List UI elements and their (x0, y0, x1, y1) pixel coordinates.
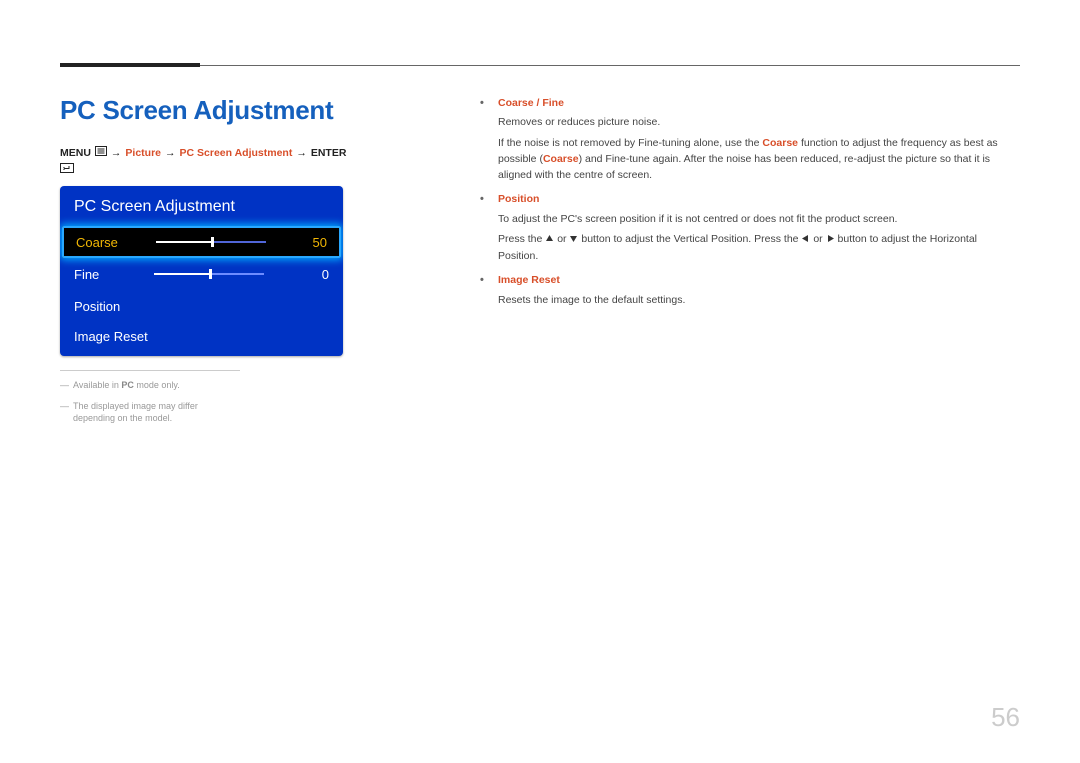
osd-row-fine[interactable]: Fine 0 (60, 258, 343, 290)
osd-row-coarse[interactable]: Coarse 50 (62, 226, 341, 258)
bullet-icon: • (480, 272, 488, 312)
right-arrow-icon (826, 232, 835, 248)
desc-image-reset: • Image Reset Resets the image to the de… (480, 272, 1020, 312)
desc-title: Coarse / Fine (498, 95, 1020, 111)
slider[interactable] (154, 271, 264, 277)
desc-position: • Position To adjust the PC's screen pos… (480, 191, 1020, 268)
osd-title: PC Screen Adjustment (60, 186, 343, 226)
desc-text: If the noise is not removed by Fine-tuni… (498, 135, 1020, 184)
bullet-icon: • (480, 95, 488, 187)
bullet-body: Image Reset Resets the image to the defa… (498, 272, 1020, 312)
footnote-model: ― The displayed image may differ dependi… (60, 400, 240, 425)
osd-row-image-reset[interactable]: Image Reset (60, 322, 343, 356)
breadcrumb-arrow: → (111, 147, 122, 159)
slider-track (154, 273, 264, 275)
desc-title: Position (498, 191, 1020, 207)
slider[interactable] (156, 239, 266, 245)
breadcrumb-arrow: → (165, 147, 176, 159)
slider-track (156, 241, 266, 243)
bullet-icon: • (480, 191, 488, 268)
enter-icon (60, 163, 74, 176)
page-content: PC Screen Adjustment MENU → Picture → PC… (60, 95, 1020, 433)
slider-fill (156, 241, 211, 243)
desc-text: Removes or reduces picture noise. (498, 114, 1020, 130)
header-rule (60, 65, 1020, 66)
breadcrumb-menu: MENU (60, 147, 91, 159)
left-column: PC Screen Adjustment MENU → Picture → PC… (60, 95, 350, 433)
right-column: • Coarse / Fine Removes or reduces pictu… (480, 95, 1020, 433)
breadcrumb-enter: ENTER (311, 147, 347, 159)
osd-label: Fine (74, 267, 154, 282)
header-rule-bold (60, 63, 200, 67)
bullet-body: Coarse / Fine Removes or reduces picture… (498, 95, 1020, 187)
footnote-dash: ― (60, 379, 69, 392)
desc-coarse-fine: • Coarse / Fine Removes or reduces pictu… (480, 95, 1020, 187)
bullet-body: Position To adjust the PC's screen posit… (498, 191, 1020, 268)
page-number: 56 (991, 702, 1020, 733)
osd-row-position[interactable]: Position (60, 290, 343, 322)
osd-label: Position (74, 299, 154, 314)
footnote-pc-mode: ― Available in PC mode only. (60, 379, 240, 392)
osd-value: 0 (299, 267, 329, 282)
breadcrumb-picture: Picture (125, 147, 161, 159)
osd-value: 50 (297, 235, 327, 250)
osd-label: Coarse (76, 235, 156, 250)
desc-text: Resets the image to the default settings… (498, 292, 1020, 308)
desc-title: Image Reset (498, 272, 1020, 288)
desc-text: To adjust the PC's screen position if it… (498, 211, 1020, 227)
osd-label: Image Reset (74, 329, 329, 344)
slider-fill (154, 273, 209, 275)
footnote-text: Available in PC mode only. (73, 379, 180, 392)
footnote-dash: ― (60, 400, 69, 425)
slider-knob[interactable] (211, 237, 214, 247)
page-title: PC Screen Adjustment (60, 95, 350, 126)
osd-panel: PC Screen Adjustment Coarse 50 Fine (60, 186, 343, 356)
footnotes: ― Available in PC mode only. ― The displ… (60, 370, 240, 425)
breadcrumb-pcsa: PC Screen Adjustment (180, 147, 293, 159)
menu-icon (95, 146, 107, 159)
breadcrumb: MENU → Picture → PC Screen Adjustment → … (60, 146, 350, 176)
desc-text: Press the or button to adjust the Vertic… (498, 231, 1020, 265)
up-arrow-icon (545, 232, 554, 248)
breadcrumb-arrow: → (296, 147, 307, 159)
slider-knob[interactable] (209, 269, 212, 279)
footnote-text: The displayed image may differ depending… (73, 400, 240, 425)
